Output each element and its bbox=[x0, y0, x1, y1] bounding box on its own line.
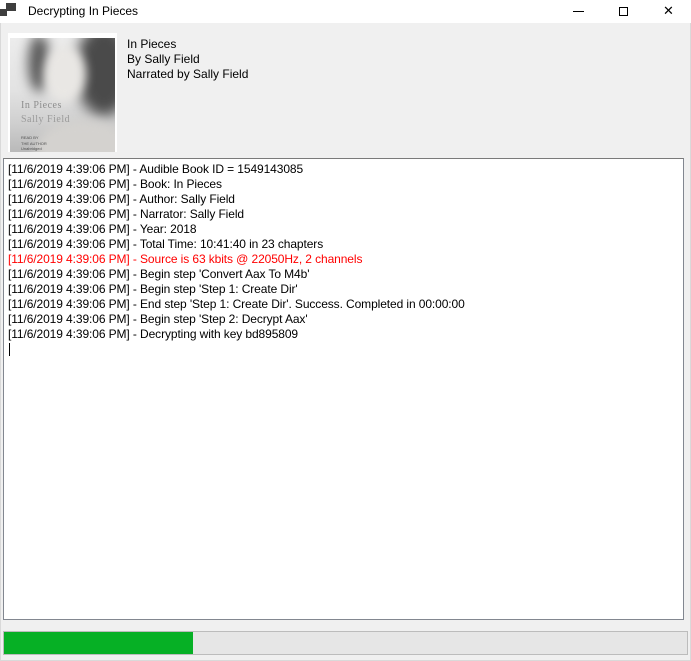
cover-photo: In Pieces Sally Field Read by the author… bbox=[10, 38, 115, 152]
cover-title-text: In Pieces bbox=[21, 100, 62, 111]
window-controls: ✕ bbox=[556, 0, 691, 23]
log-line: [11/6/2019 4:39:06 PM] - Decrypting with… bbox=[8, 327, 681, 342]
maximize-icon bbox=[619, 7, 628, 16]
close-button[interactable]: ✕ bbox=[646, 0, 691, 23]
log-line: [11/6/2019 4:39:06 PM] - Author: Sally F… bbox=[8, 192, 681, 207]
text-caret bbox=[9, 343, 10, 356]
close-icon: ✕ bbox=[663, 5, 674, 18]
progress-fill bbox=[4, 632, 193, 654]
minimize-button[interactable] bbox=[556, 0, 601, 23]
log-line: [11/6/2019 4:39:06 PM] - Year: 2018 bbox=[8, 222, 681, 237]
book-info: In Pieces By Sally Field Narrated by Sal… bbox=[127, 37, 248, 82]
window-title: Decrypting In Pieces bbox=[28, 4, 138, 18]
log-line: [11/6/2019 4:39:06 PM] - Narrator: Sally… bbox=[8, 207, 681, 222]
book-title: In Pieces bbox=[127, 37, 248, 52]
log-line: [11/6/2019 4:39:06 PM] - Source is 63 kb… bbox=[8, 252, 681, 267]
app-window: Decrypting In Pieces ✕ In Pieces Sally F… bbox=[0, 0, 691, 661]
log-line: [11/6/2019 4:39:06 PM] - Begin step 'Ste… bbox=[8, 282, 681, 297]
log-line: [11/6/2019 4:39:06 PM] - Begin step 'Ste… bbox=[8, 312, 681, 327]
app-icon-square-large bbox=[6, 3, 16, 11]
app-icon bbox=[0, 3, 16, 18]
cover-readby-text: Read by the author bbox=[21, 135, 47, 146]
app-icon-square-small bbox=[0, 9, 7, 16]
book-narrator: Narrated by Sally Field bbox=[127, 67, 248, 82]
cover-edition-text: Unabridged bbox=[21, 146, 42, 151]
book-author: By Sally Field bbox=[127, 52, 248, 67]
cover-art-shape bbox=[44, 46, 86, 102]
log-line: [11/6/2019 4:39:06 PM] - End step 'Step … bbox=[8, 297, 681, 312]
progress-bar bbox=[3, 631, 688, 655]
log-line: [11/6/2019 4:39:06 PM] - Audible Book ID… bbox=[8, 162, 681, 177]
cover-author-text: Sally Field bbox=[21, 114, 70, 125]
log-textbox[interactable]: [11/6/2019 4:39:06 PM] - Audible Book ID… bbox=[3, 158, 684, 620]
log-line: [11/6/2019 4:39:06 PM] - Book: In Pieces bbox=[8, 177, 681, 192]
book-cover-image: In Pieces Sally Field Read by the author… bbox=[8, 33, 117, 152]
title-bar[interactable]: Decrypting In Pieces ✕ bbox=[0, 0, 691, 23]
maximize-button[interactable] bbox=[601, 0, 646, 23]
log-line: [11/6/2019 4:39:06 PM] - Begin step 'Con… bbox=[8, 267, 681, 282]
minimize-icon bbox=[573, 11, 584, 12]
log-line: [11/6/2019 4:39:06 PM] - Total Time: 10:… bbox=[8, 237, 681, 252]
